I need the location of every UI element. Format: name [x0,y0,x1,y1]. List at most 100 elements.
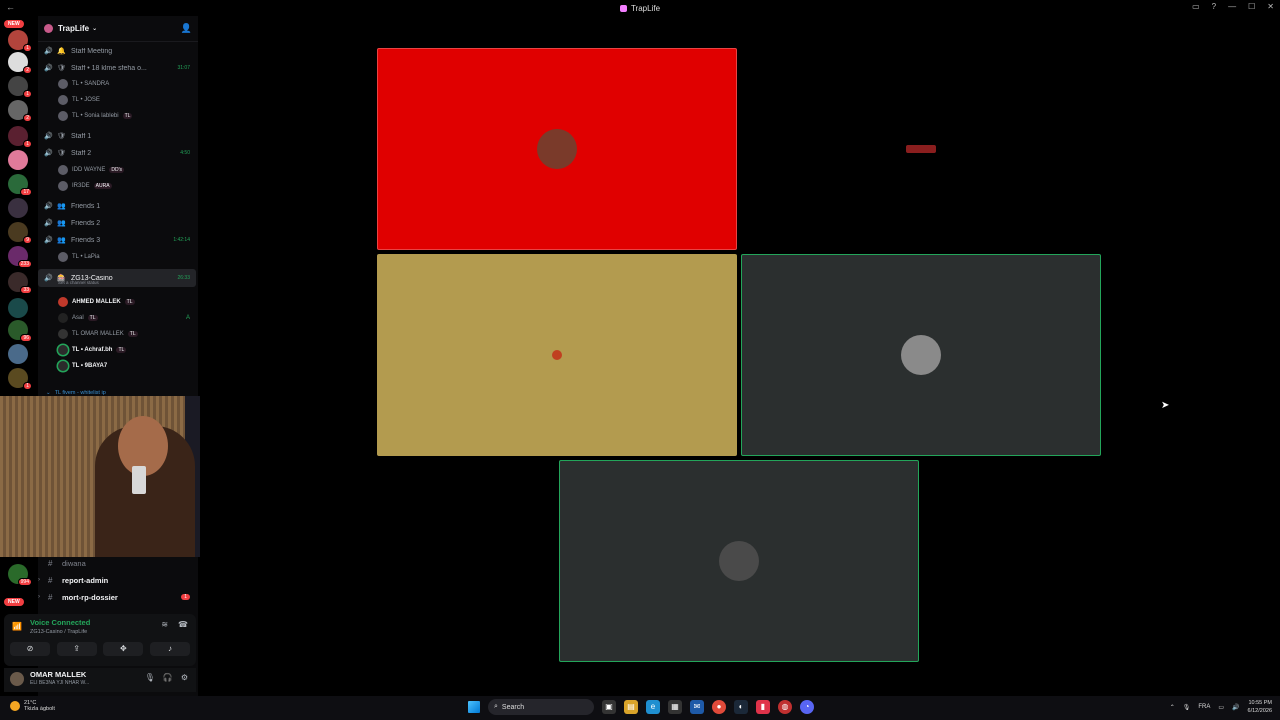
language-indicator[interactable]: FRA [1198,704,1210,710]
file-explorer-icon[interactable]: ▤ [624,700,638,714]
participant-tile[interactable] [741,48,1101,250]
participant-tile[interactable] [377,48,737,250]
voice-status-title[interactable]: Voice Connected [30,618,90,627]
edge-icon[interactable]: e [646,700,660,714]
participant-tile[interactable] [377,254,737,456]
task-view-icon[interactable]: ▣ [602,700,616,714]
shield-icon: 🛡 [57,65,66,72]
soundboard-button[interactable]: ♪ [149,642,190,656]
signal-icon[interactable]: 📶 [12,622,22,631]
server-badge: 2 [23,66,32,74]
text-channel-report-admin[interactable]: › # report-admin [38,573,196,587]
microphone-icon[interactable]: 🎙 [145,673,155,682]
server-icon[interactable] [8,344,28,364]
voice-channel-path[interactable]: ZG13-Casino / TrapLife [30,629,87,635]
add-member-icon[interactable]: 👤 [181,23,192,34]
inbox-icon[interactable]: ▭ [1192,2,1200,11]
server-icon[interactable]: 1 [8,368,32,390]
voice-member[interactable]: TL • SANDRA [58,77,196,91]
disconnect-icon[interactable]: ☎ [178,620,188,629]
settings-gear-icon[interactable]: ⚙ [181,673,188,682]
voice-member[interactable]: Asal TL A [58,311,196,325]
server-icon[interactable]: 33 [8,272,32,294]
server-icon[interactable] [8,150,28,170]
voice-channel-friends-2[interactable]: 🔊 👥 Friends 2 [38,216,196,230]
voice-member[interactable]: TL • JOSE [58,93,196,107]
voice-channel-staff[interactable]: 🔊 🛡 Staff • 18 klme sfeha o... 31:07 [38,61,196,75]
participant-tile-speaking[interactable] [741,254,1101,456]
user-name[interactable]: OMAR MALLEK [30,670,86,679]
avatar [58,79,68,89]
voice-member[interactable]: IR3DE AURA [58,179,196,193]
server-icon[interactable]: 9 [8,222,32,244]
server-icon[interactable]: 1 [8,126,32,148]
server-icon[interactable]: 96 [8,320,32,342]
start-button[interactable] [468,701,480,713]
new-pill-bottom[interactable]: NEW [4,598,24,606]
text-channel-mort-rp-dossier[interactable]: › # mort-rp-dossier 1 [38,590,196,604]
server-icon[interactable]: 1 [8,30,32,52]
network-icon[interactable]: ▭ [1218,704,1224,711]
noise-suppression-icon[interactable]: ≋ [161,620,168,629]
weather-widget[interactable]: 21°C Tkizla àgbolt [10,700,55,712]
server-logo-icon [44,24,53,33]
server-icon[interactable] [8,198,28,218]
minimize-icon[interactable]: — [1228,2,1236,11]
voice-channel-friends-1[interactable]: 🔊 👥 Friends 1 [38,199,196,213]
microphone-icon[interactable]: 🎙 [1183,704,1191,711]
steam-icon[interactable]: ◐ [734,700,748,714]
chrome-icon[interactable]: ● [712,700,726,714]
voice-member[interactable]: TL • 9BAYA7 [58,359,196,373]
activities-button[interactable]: ✥ [103,642,144,656]
mail-icon[interactable]: ✉ [690,700,704,714]
voice-channel-staff-2[interactable]: 🔊 🛡 Staff 2 4:50 [38,146,196,160]
bell-icon: 🔔 [57,48,66,55]
app-icon[interactable]: ▮ [756,700,770,714]
voice-member[interactable]: AHMED MALLEK TL [58,295,196,309]
voice-channel-staff-meeting[interactable]: 🔊 🔔 Staff Meeting [38,44,196,58]
maximize-icon[interactable]: ☐ [1248,2,1255,11]
voice-member[interactable]: TL • Achraf.bh TL [58,343,196,357]
voice-channel-zg13-casino[interactable]: 🔊 🎰 ZG13-Casino 26:33 Set a channel stat… [38,269,196,287]
camera-off-button[interactable]: ⊘ [10,642,50,656]
avatar [58,181,68,191]
server-icon[interactable]: 2 [8,52,32,74]
voice-channel-friends-3[interactable]: 🔊 👥 Friends 3 1:42:14 [38,233,196,247]
chevron-up-icon[interactable]: ⌃ [1170,704,1175,711]
member-name: TL • LaPia [72,254,100,260]
server-icon[interactable]: 2 [8,100,32,122]
server-icon[interactable]: 994 [8,564,32,586]
new-pill[interactable]: NEW [4,20,24,28]
server-icon[interactable]: 233 [8,246,32,268]
volume-icon[interactable]: 🔊 [1232,704,1239,711]
server-icon[interactable]: 17 [8,174,32,196]
server-badge: 233 [17,260,32,268]
chevron-down-icon: ⌄ [92,26,98,32]
voice-member[interactable]: TL OMAR MALLEK TL [58,327,196,341]
server-header[interactable]: TrapLife ⌄ 👤 [38,16,198,42]
app-icon[interactable]: ◍ [778,700,792,714]
member-name: IDD WAYNE [72,167,106,173]
channel-status[interactable]: Set a channel status [58,280,99,285]
voice-member[interactable]: IDD WAYNE DD's [58,163,196,177]
store-icon[interactable]: ▦ [668,700,682,714]
server-icon[interactable]: 1 [8,76,32,98]
close-icon[interactable]: ✕ [1267,2,1274,11]
back-arrow-icon[interactable]: ← [6,2,15,12]
server-rail: NEW 1 2 1 2 1 17 9 233 33 96 1 994 NEW [0,16,38,694]
clock[interactable]: 10:55 PM 6/12/2026 [1248,699,1272,715]
voice-channel-staff-1[interactable]: 🔊 🛡 Staff 1 [38,129,196,143]
participant-tile-speaking[interactable] [559,460,919,662]
help-icon[interactable]: ? [1212,2,1216,11]
discord-icon[interactable]: ◔ [800,700,814,714]
search-input[interactable]: ⌕ Search [488,699,594,715]
avatar [58,313,68,323]
screen-share-button[interactable]: ⇪ [56,642,97,656]
member-name: TL OMAR MALLEK [72,331,124,337]
text-channel-diwana[interactable]: # diwana [38,556,196,570]
server-icon[interactable] [8,298,28,318]
voice-member[interactable]: TL • LaPia [58,250,196,264]
voice-member[interactable]: TL • Sonia lablebi TL [58,109,196,123]
avatar[interactable] [10,672,24,686]
headphones-icon[interactable]: 🎧 [163,673,173,682]
